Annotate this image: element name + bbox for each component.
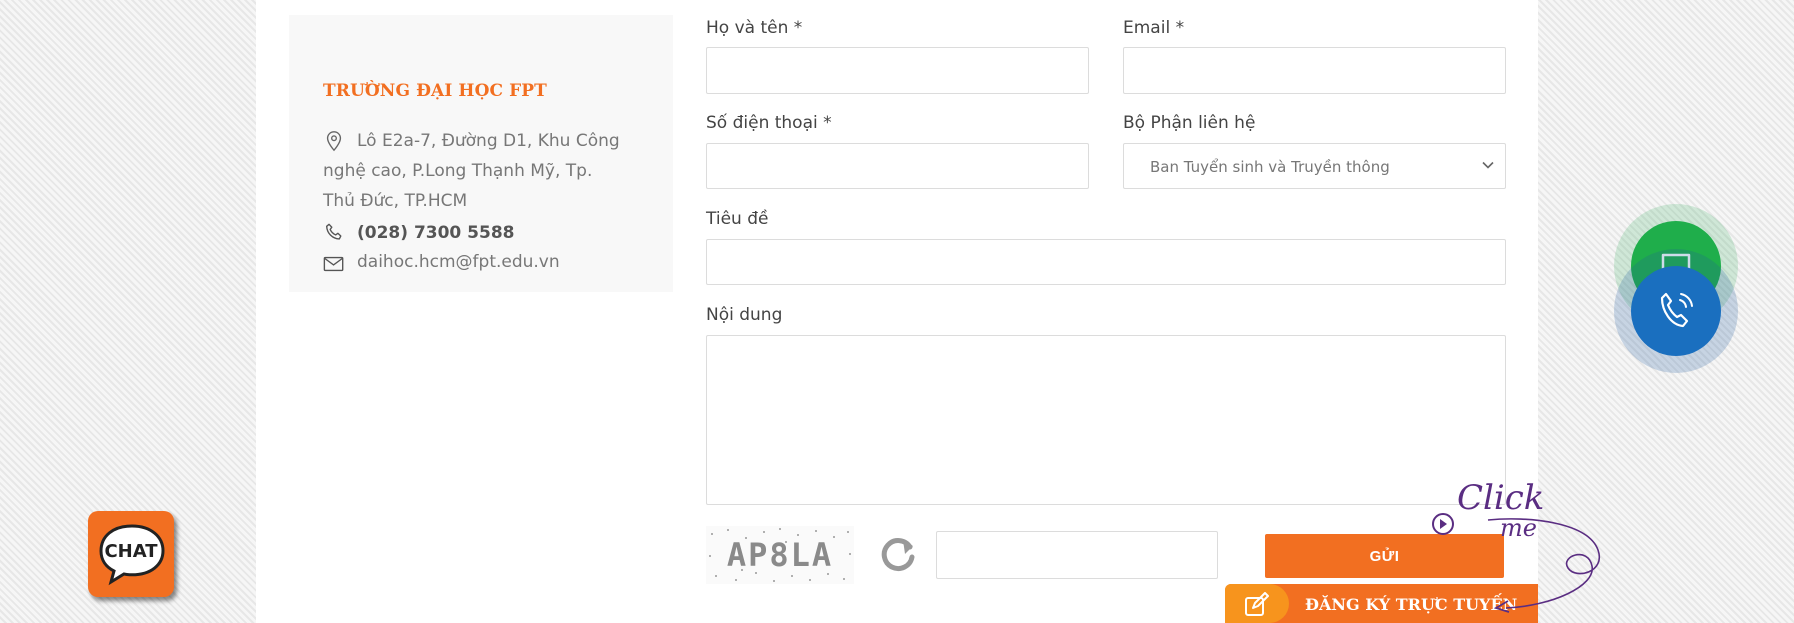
captcha-text: AP8LA (727, 536, 833, 574)
address-text: Lô E2a-7, Đường D1, Khu Công nghệ cao, P… (323, 131, 620, 211)
content-label: Nội dung (706, 305, 783, 325)
email-input[interactable] (1123, 47, 1506, 94)
name-label: Họ và tên * (706, 18, 803, 38)
subject-input[interactable] (706, 239, 1506, 285)
phone-input[interactable] (706, 143, 1089, 189)
email-label: Email * (1123, 18, 1185, 38)
chat-label: CHAT (104, 541, 158, 562)
click-me-text-line2: me (1500, 514, 1537, 542)
click-me-text-line1: Click (1457, 478, 1545, 518)
subject-label: Tiêu đề (706, 209, 769, 229)
phone-label: Số điện thoại * (706, 113, 832, 133)
register-icon-wrap (1225, 584, 1289, 623)
captcha-image: AP8LA (706, 526, 854, 584)
chat-widget-button[interactable]: CHAT (88, 511, 174, 597)
mail-icon (323, 256, 344, 272)
phone-number[interactable]: (028) 7300 5588 (357, 218, 515, 248)
department-selected-value: Ban Tuyển sinh và Truyền thông (1150, 158, 1390, 176)
refresh-captcha-icon[interactable] (876, 533, 920, 577)
call-button[interactable] (1631, 266, 1721, 356)
contact-card-title: TRƯỜNG ĐẠI HỌC FPT (323, 81, 547, 101)
phone-ringing-icon (1660, 292, 1693, 328)
department-select[interactable]: Ban Tuyển sinh và Truyền thông (1123, 143, 1506, 189)
contact-info-card: TRƯỜNG ĐẠI HỌC FPT Lô E2a-7, Đường D1, K… (289, 15, 673, 292)
chevron-down-icon (1482, 161, 1494, 169)
captcha-input[interactable] (936, 531, 1218, 579)
phone-icon (325, 223, 342, 240)
edit-icon (1245, 592, 1269, 616)
page-container: TRƯỜNG ĐẠI HỌC FPT Lô E2a-7, Đường D1, K… (256, 0, 1538, 623)
email-address[interactable]: daihoc.hcm@fpt.edu.vn (357, 247, 560, 277)
name-input[interactable] (706, 47, 1089, 94)
content-textarea[interactable] (706, 335, 1506, 505)
department-label: Bộ Phận liên hệ (1123, 113, 1256, 133)
